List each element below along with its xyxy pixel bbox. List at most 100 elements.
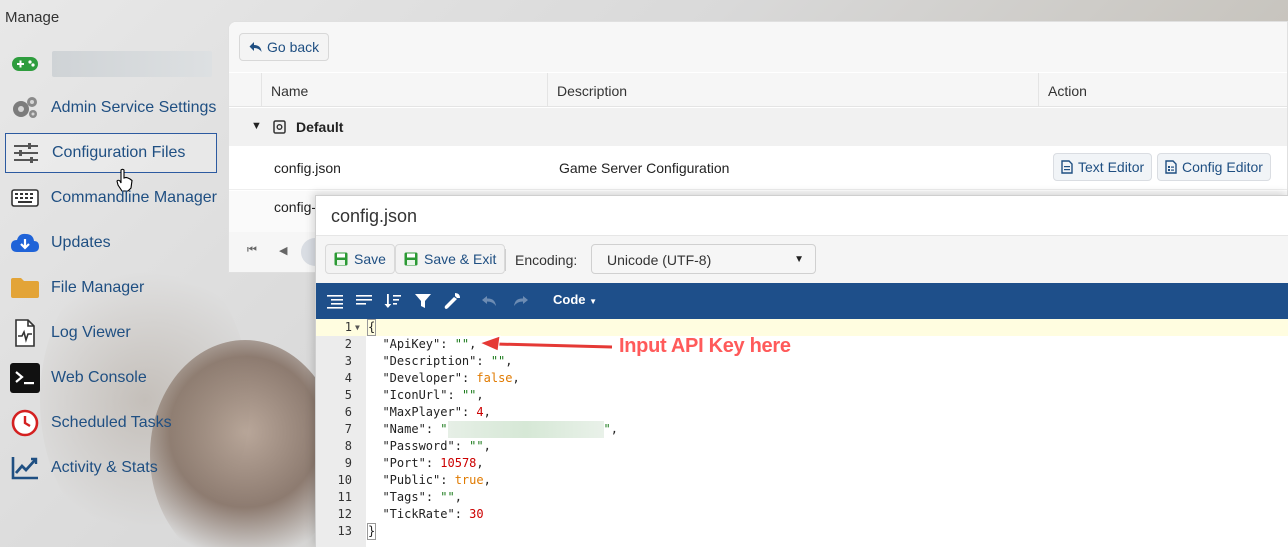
sidebar-item-label: Log Viewer [51,324,131,341]
floppy-disk-icon [404,252,418,266]
code-line[interactable]: 11 "Tags": "", [316,489,1288,506]
annotation-arrow-icon [478,335,613,352]
json-key: "Name" [382,422,426,436]
caret-down-icon: ▼ [589,297,598,306]
column-header-action[interactable]: Action [1038,73,1287,107]
clock-icon [10,408,40,438]
file-name: config- [274,199,317,215]
code-text: "ApiKey": "", [382,337,477,351]
column-header-description[interactable]: Description [547,73,1039,107]
code-mode-menu[interactable]: Code ▼ [553,292,597,307]
config-editor-button[interactable]: Config Editor [1157,153,1271,181]
code-text: "Port": 10578, [382,456,484,470]
code-line[interactable]: 9 "Port": 10578, [316,455,1288,472]
code-line[interactable]: 12 "TickRate": 30 [316,506,1288,523]
gamepad-icon [10,49,40,79]
wrench-icon[interactable] [442,291,462,311]
toolbar-divider [505,249,506,271]
code-mode-label: Code [553,292,586,307]
pagination: ⏮ ◀ [229,232,329,272]
redo-icon[interactable] [510,291,530,311]
editor-dialog: config.json Save Save & Exit Encoding: U… [315,195,1288,547]
code-line[interactable]: 10 "Public": true, [316,472,1288,489]
json-key: "IconUrl" [382,388,448,402]
prev-page-icon[interactable]: ◀ [279,244,287,257]
sidebar-item-label: Admin Service Settings [51,99,217,116]
undo-icon[interactable] [480,291,500,311]
code-line[interactable]: 5 "IconUrl": "", [316,387,1288,404]
json-value: 4 [476,405,484,419]
go-back-button[interactable]: Go back [239,33,330,61]
save-button[interactable]: Save [325,244,395,274]
table-row[interactable]: config.json Game Server Configuration Te… [229,146,1287,190]
sidebar-item-commandline-manager[interactable]: Commandline Manager [5,178,217,218]
redacted-value [447,421,604,438]
code-line[interactable]: 6 "MaxPlayer": 4, [316,404,1288,421]
compact-json-icon[interactable] [354,291,374,311]
sidebar-item-scheduled-tasks[interactable]: Scheduled Tasks [5,403,217,443]
sidebar-item-log-viewer[interactable]: Log Viewer [5,313,217,353]
keyboard-icon [10,183,40,213]
table-header: Name Description Action [229,73,1287,107]
fold-caret-icon[interactable]: ▼ [355,319,360,336]
sidebar-item-activity-stats[interactable]: Activity & Stats [5,448,217,488]
json-value: "" [440,490,455,504]
text-editor-label: Text Editor [1078,159,1145,175]
line-number: 12 [337,507,352,521]
file-text-icon [1061,160,1073,174]
code-area[interactable]: 1 ▼ {2 "ApiKey": "", 3 "Description": "", 4 … [316,319,1288,547]
caret-down-icon[interactable]: ▼ [251,120,262,132]
sidebar-item-server[interactable] [5,44,217,84]
save-and-exit-button[interactable]: Save & Exit [395,244,506,274]
terminal-icon [10,363,40,393]
code-line[interactable]: 7 "Name": " ", [316,421,1288,438]
editor-toolbar: Save Save & Exit Encoding: Unicode (UTF-… [316,235,1288,283]
first-page-icon[interactable]: ⏮ [247,244,257,257]
line-number: 1 [344,320,352,334]
cloud-download-icon [10,228,40,258]
code-line[interactable]: 2 "ApiKey": "", [316,336,1288,353]
closing-quote: " [603,422,611,436]
sidebar-item-label: Updates [51,234,111,251]
save-exit-label: Save & Exit [424,251,497,267]
code-line[interactable]: 4 "Developer": false, [316,370,1288,387]
code-brace: { [366,319,377,336]
sidebar-item-label: Commandline Manager [50,189,217,206]
json-value: "" [454,337,470,351]
json-key: "Public" [382,473,441,487]
code-line[interactable]: 3 "Description": "", [316,353,1288,370]
line-number: 6 [344,405,352,419]
sidebar-item-file-manager[interactable]: File Manager [5,268,217,308]
code-text: "Tags": "", [382,490,462,504]
code-line[interactable]: 1 ▼ { [316,319,1288,336]
encoding-label: Encoding: [515,252,578,268]
text-editor-button[interactable]: Text Editor [1053,153,1153,181]
sidebar-item-label: Configuration Files [52,144,186,161]
code-line[interactable]: 13} [316,523,1288,540]
code-text: "Public": true, [382,473,491,487]
filter-icon[interactable] [413,291,433,311]
file-description: Game Server Configuration [559,160,730,176]
sidebar-item-label: Activity & Stats [51,459,158,476]
code-text: "Name": " ", [382,421,618,438]
format-json-icon[interactable] [325,291,345,311]
file-pulse-icon [10,318,40,348]
sort-icon[interactable] [383,291,403,311]
group-row-default[interactable]: ▼ Default [229,108,1287,146]
line-number: 5 [344,388,352,402]
json-key: "Description" [382,354,477,368]
code-line[interactable]: 8 "Password": "", [316,438,1288,455]
line-number: 10 [337,473,352,487]
panel-toolbar: Go back [229,22,1287,72]
column-header-name[interactable]: Name [261,73,548,107]
sidebar-item-updates[interactable]: Updates [5,223,217,263]
sidebar-item-web-console[interactable]: Web Console [5,358,217,398]
encoding-select[interactable]: Unicode (UTF-8) ▼ [591,244,816,274]
code-text: "MaxPlayer": 4, [382,405,491,419]
save-label: Save [354,251,386,267]
sidebar-item-configuration-files[interactable]: Configuration Files [5,133,217,173]
sidebar-item-label: File Manager [51,279,145,296]
sidebar-item-admin-service-settings[interactable]: Admin Service Settings [5,88,217,128]
json-key: "Port" [382,456,426,470]
json-value: 10578 [440,456,477,470]
